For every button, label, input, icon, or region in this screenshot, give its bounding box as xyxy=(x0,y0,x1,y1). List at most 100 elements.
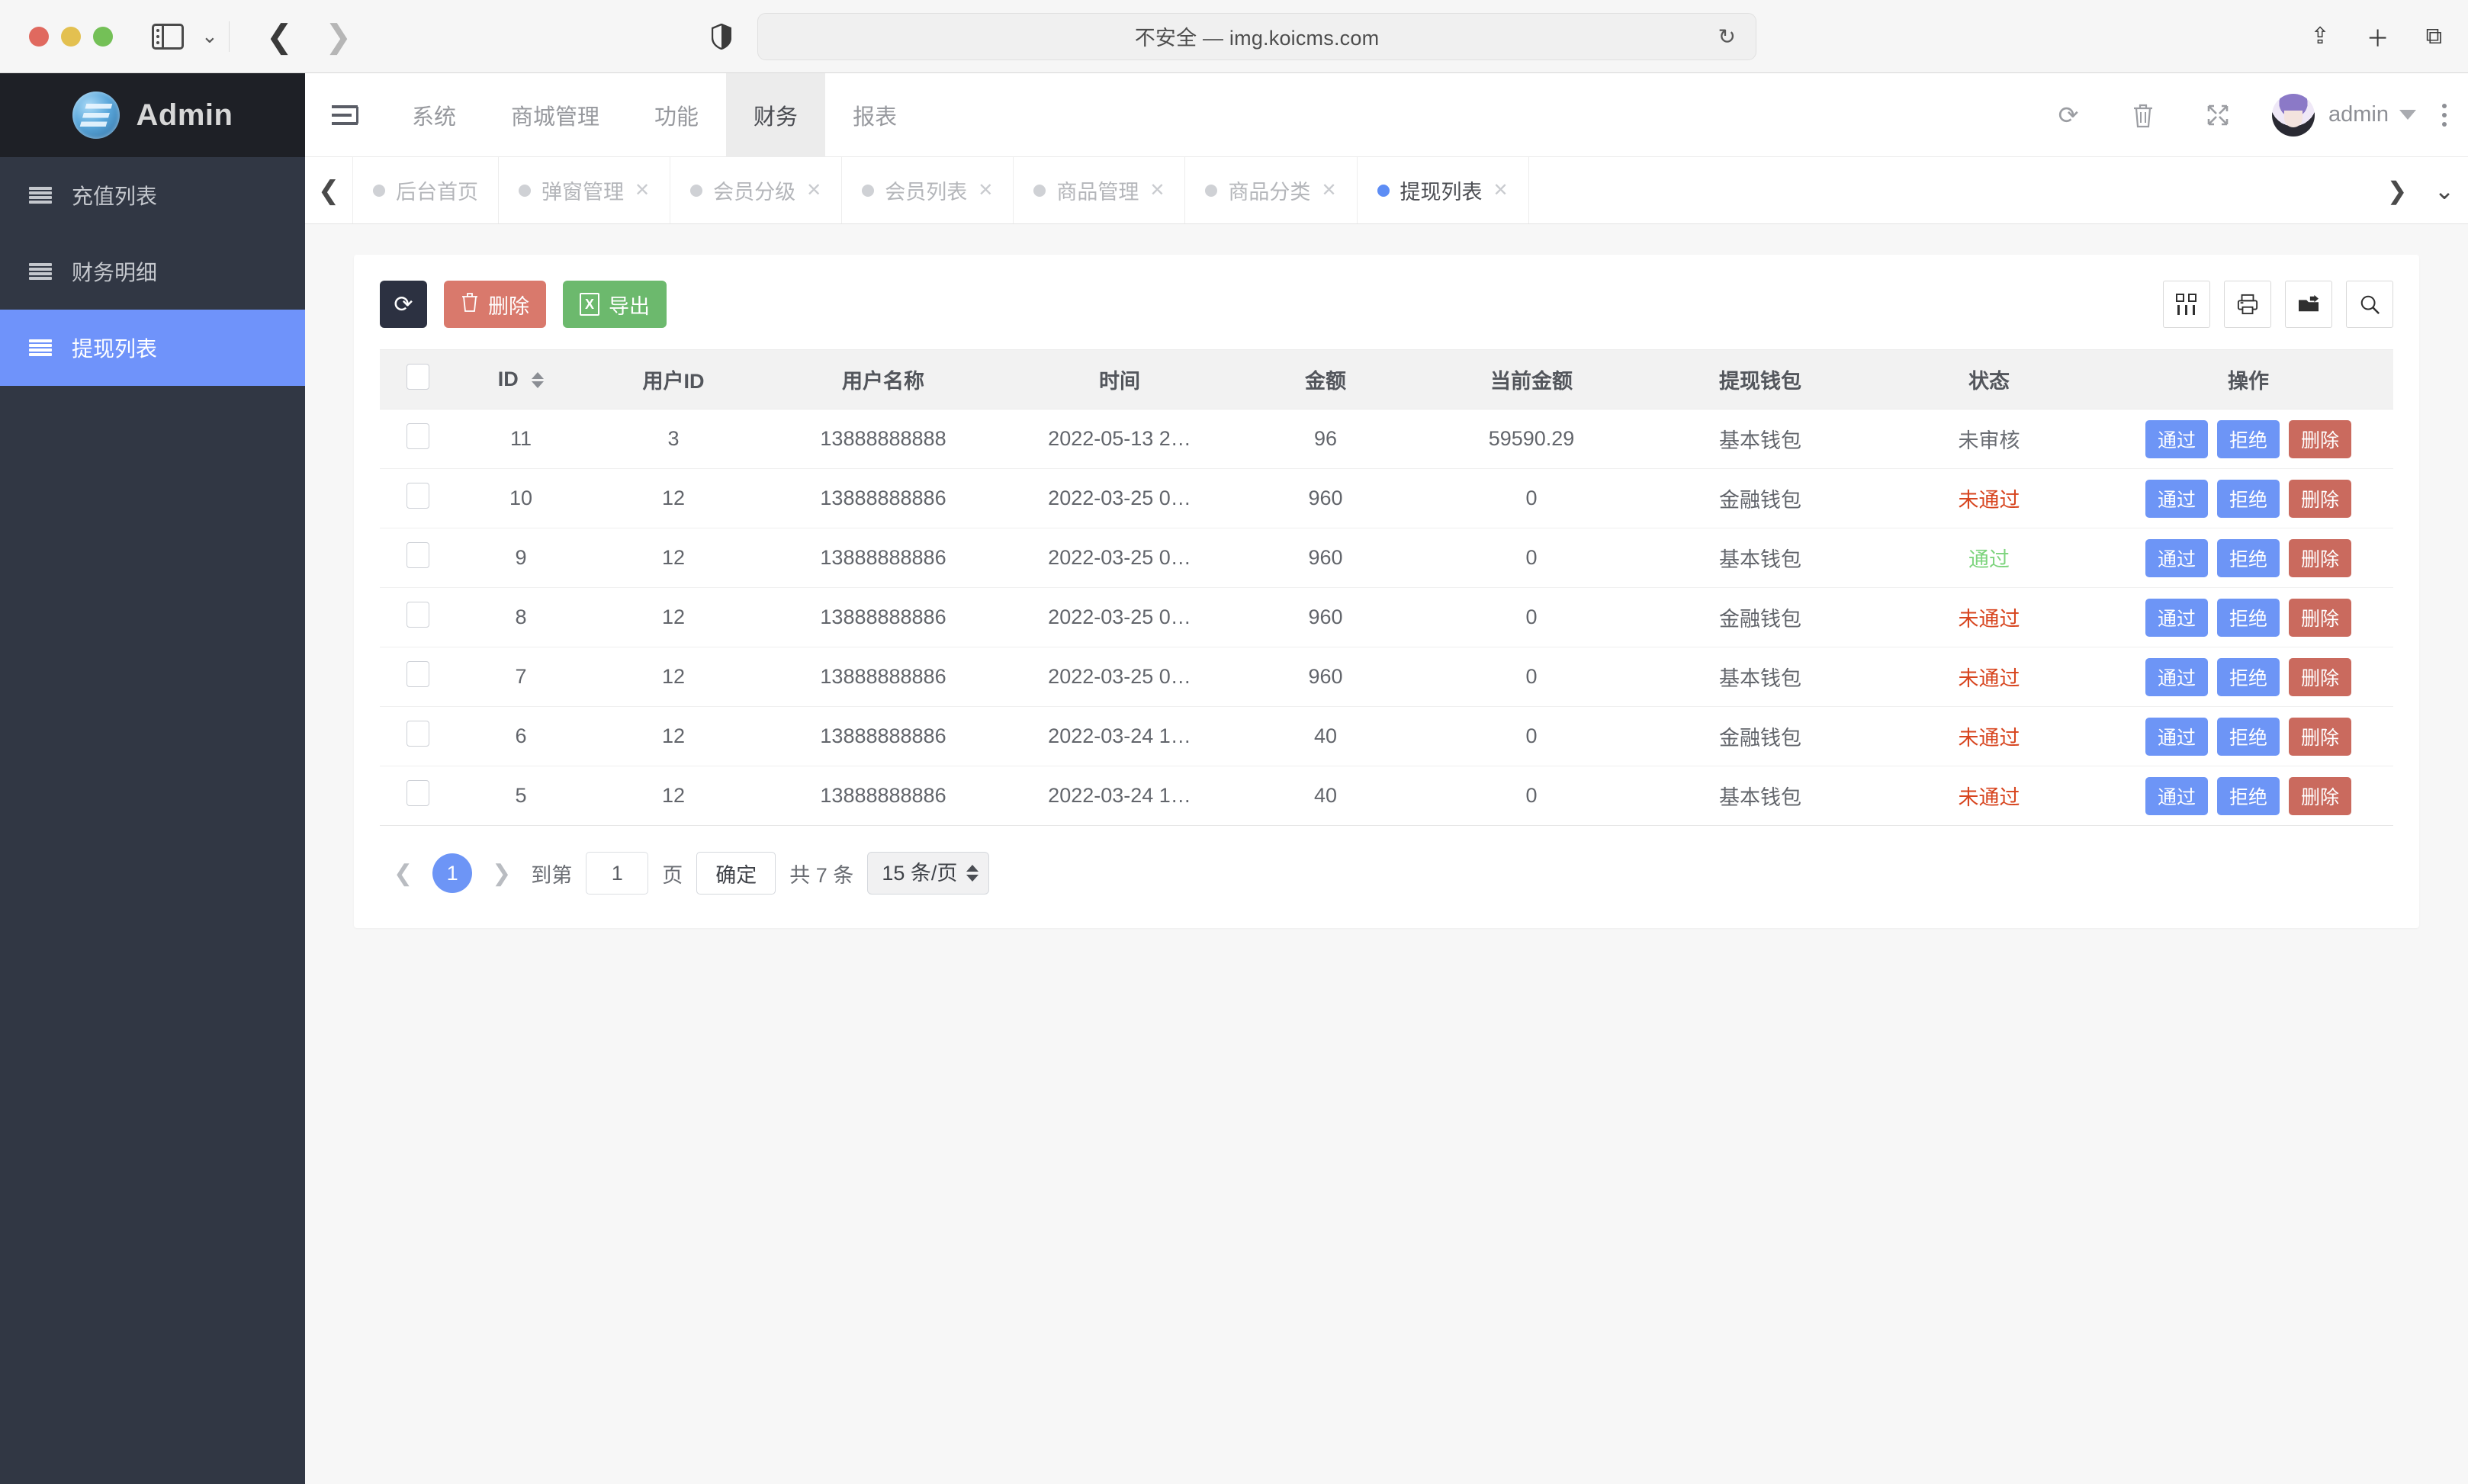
approve-button[interactable]: 通过 xyxy=(2145,657,2208,696)
tabs-dropdown-icon[interactable]: ⌄ xyxy=(2421,157,2468,223)
row-checkbox-cell[interactable] xyxy=(380,587,456,647)
tab-product-categories[interactable]: 商品分类 ✕ xyxy=(1185,157,1358,223)
clear-cache-trash-icon[interactable] xyxy=(2106,102,2180,128)
minimize-window-button[interactable] xyxy=(61,26,81,47)
approve-button[interactable]: 通过 xyxy=(2145,598,2208,637)
close-icon[interactable]: ✕ xyxy=(1149,179,1165,201)
delete-row-button[interactable]: 删除 xyxy=(2289,479,2351,518)
approve-button[interactable]: 通过 xyxy=(2145,717,2208,756)
share-icon[interactable]: ⇪ xyxy=(2310,23,2329,50)
tab-mall-management[interactable]: 商城管理 xyxy=(484,73,627,156)
reject-button[interactable]: 拒绝 xyxy=(2217,419,2280,458)
tab-member-list[interactable]: 会员列表 ✕ xyxy=(842,157,1014,223)
approve-button[interactable]: 通过 xyxy=(2145,479,2208,518)
row-checkbox[interactable] xyxy=(407,423,429,449)
navigation-arrows[interactable]: ❮ ❯ xyxy=(266,20,352,53)
next-page-icon[interactable]: ❯ xyxy=(486,860,517,887)
refresh-icon[interactable]: ⟳ xyxy=(2031,101,2106,130)
table-row[interactable]: 9 12 13888888886 2022-03-25 0… 960 0 基本钱包 通过 通过拒… xyxy=(380,528,2393,588)
reject-button[interactable]: 拒绝 xyxy=(2217,657,2280,696)
chevron-down-icon[interactable]: ⌄ xyxy=(201,24,218,48)
tabs-scroll-left-icon[interactable]: ❮ xyxy=(305,157,352,223)
delete-button[interactable]: 删除 xyxy=(444,281,546,328)
close-window-button[interactable] xyxy=(29,26,49,47)
maximize-window-button[interactable] xyxy=(93,26,113,47)
row-checkbox-cell[interactable] xyxy=(380,706,456,766)
columns-icon[interactable] xyxy=(2163,281,2210,328)
avatar[interactable] xyxy=(2272,93,2315,137)
fullscreen-icon[interactable] xyxy=(2180,103,2255,127)
close-icon[interactable]: ✕ xyxy=(1493,179,1509,201)
page-number-1[interactable]: 1 xyxy=(432,853,473,893)
reject-button[interactable]: 拒绝 xyxy=(2217,598,2280,637)
tab-popup-management[interactable]: 弹窗管理 ✕ xyxy=(499,157,671,223)
confirm-page-button[interactable]: 确定 xyxy=(696,852,776,895)
reject-button[interactable]: 拒绝 xyxy=(2217,717,2280,756)
tabs-scroll-right-icon[interactable]: ❯ xyxy=(2373,157,2421,223)
show-tabs-icon[interactable]: ⧉ xyxy=(2426,24,2442,50)
table-row[interactable]: 7 12 13888888886 2022-03-25 0… 960 0 基本钱包 未通过 通过… xyxy=(380,647,2393,707)
column-id[interactable]: ID xyxy=(456,349,586,410)
delete-row-button[interactable]: 删除 xyxy=(2289,419,2351,458)
close-icon[interactable]: ✕ xyxy=(978,179,993,201)
tab-system[interactable]: 系统 xyxy=(384,73,484,156)
row-checkbox-cell[interactable] xyxy=(380,468,456,528)
tab-reports[interactable]: 报表 xyxy=(825,73,924,156)
select-all-checkbox[interactable] xyxy=(407,364,429,390)
reject-button[interactable]: 拒绝 xyxy=(2217,776,2280,815)
url-input[interactable]: 不安全 — img.koicms.com ↻ xyxy=(757,12,1756,60)
close-icon[interactable]: ✕ xyxy=(806,179,821,201)
new-tab-icon[interactable]: ＋ xyxy=(2367,20,2389,53)
export-folder-icon[interactable] xyxy=(2285,281,2332,328)
row-checkbox[interactable] xyxy=(407,483,429,509)
search-icon[interactable] xyxy=(2346,281,2393,328)
row-checkbox[interactable] xyxy=(407,721,429,747)
tab-features[interactable]: 功能 xyxy=(627,73,726,156)
approve-button[interactable]: 通过 xyxy=(2145,538,2208,577)
row-checkbox[interactable] xyxy=(407,780,429,806)
table-row[interactable]: 6 12 13888888886 2022-03-24 1… 40 0 金融钱包 未通过 通过拒… xyxy=(380,706,2393,766)
delete-row-button[interactable]: 删除 xyxy=(2289,776,2351,815)
sidebar-item-recharge-list[interactable]: 充值列表 xyxy=(0,157,305,233)
row-checkbox[interactable] xyxy=(407,661,429,687)
approve-button[interactable]: 通过 xyxy=(2145,776,2208,815)
page-size-select[interactable]: 15 条/页30 条/页50 条/页 xyxy=(867,852,990,895)
export-button[interactable]: X 导出 xyxy=(563,281,667,328)
row-checkbox-cell[interactable] xyxy=(380,766,456,826)
brand[interactable]: Admin xyxy=(0,73,305,157)
tab-finance[interactable]: 财务 xyxy=(726,73,826,156)
row-checkbox[interactable] xyxy=(407,602,429,628)
row-checkbox-cell[interactable] xyxy=(380,647,456,707)
refresh-button[interactable]: ⟳ xyxy=(380,281,427,328)
sidebar-item-finance-detail[interactable]: 财务明细 xyxy=(0,233,305,310)
forward-icon[interactable]: ❯ xyxy=(325,20,352,53)
prev-page-icon[interactable]: ❮ xyxy=(387,860,419,887)
row-checkbox-cell[interactable] xyxy=(380,528,456,588)
table-row[interactable]: 10 12 13888888886 2022-03-25 0… 960 0 金融钱包 未通过通… xyxy=(380,468,2393,528)
window-controls[interactable] xyxy=(29,26,113,47)
sidebar-item-withdraw-list[interactable]: 提现列表 xyxy=(0,310,305,386)
row-checkbox[interactable] xyxy=(407,542,429,568)
print-icon[interactable] xyxy=(2224,281,2271,328)
sidebar-toggle-icon[interactable] xyxy=(148,19,188,54)
reject-button[interactable]: 拒绝 xyxy=(2217,538,2280,577)
more-options-icon[interactable] xyxy=(2442,103,2447,127)
table-row[interactable]: 11 3 13888888888 2022-05-13 2… 96 59590.29 基本钱… xyxy=(380,409,2393,469)
close-icon[interactable]: ✕ xyxy=(1321,179,1336,201)
table-row[interactable]: 5 12 13888888886 2022-03-24 1… 40 0 基本钱包 未通过 通过拒… xyxy=(380,766,2393,826)
delete-row-button[interactable]: 删除 xyxy=(2289,538,2351,577)
page-size-select-wrap[interactable]: 15 条/页30 条/页50 条/页 xyxy=(867,852,990,895)
close-icon[interactable]: ✕ xyxy=(635,179,650,201)
menu-collapse-button[interactable] xyxy=(305,73,384,156)
reject-button[interactable]: 拒绝 xyxy=(2217,479,2280,518)
back-icon[interactable]: ❮ xyxy=(266,20,293,53)
tab-dashboard[interactable]: 后台首页 xyxy=(352,157,499,223)
delete-row-button[interactable]: 删除 xyxy=(2289,598,2351,637)
tab-withdraw-list[interactable]: 提现列表 ✕ xyxy=(1358,157,1529,223)
tab-member-levels[interactable]: 会员分级 ✕ xyxy=(670,157,843,223)
delete-row-button[interactable]: 删除 xyxy=(2289,657,2351,696)
row-checkbox-cell[interactable] xyxy=(380,409,456,469)
sort-arrows-icon[interactable] xyxy=(532,372,545,389)
approve-button[interactable]: 通过 xyxy=(2145,419,2208,458)
delete-row-button[interactable]: 删除 xyxy=(2289,717,2351,756)
